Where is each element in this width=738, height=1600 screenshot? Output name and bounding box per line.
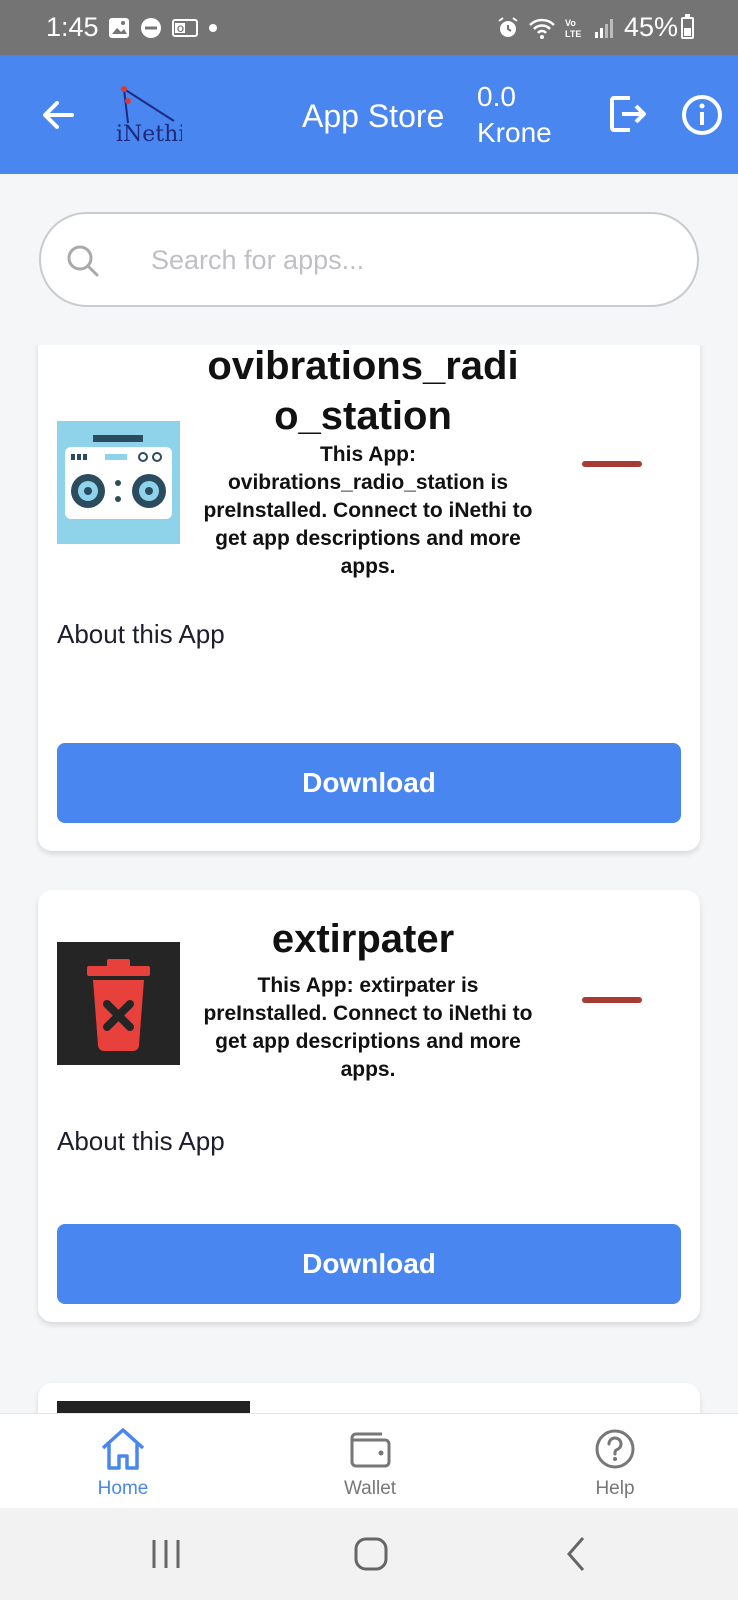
nav-home-label: Home <box>97 1478 149 1499</box>
radio-icon <box>57 421 180 544</box>
nav-wallet[interactable]: Wallet <box>310 1426 430 1500</box>
status-bar: 1:45 O Vo LTE 45% <box>0 0 738 55</box>
svg-text:LTE: LTE <box>565 29 581 39</box>
app-description: This App: ovibrations_radio_station is p… <box>203 443 533 578</box>
recent-apps-icon[interactable] <box>144 1532 188 1576</box>
search-icon <box>67 245 99 277</box>
nav-help-label: Help <box>595 1478 635 1499</box>
app-card: extirpater This App: extirpater is preIn… <box>38 890 700 1322</box>
trash-icon <box>57 942 180 1065</box>
uninstall-button[interactable] <box>582 997 642 1003</box>
svg-text:Vo: Vo <box>565 18 576 28</box>
status-time: 1:45 <box>46 12 99 42</box>
help-icon <box>595 1429 635 1469</box>
outlook-icon: O <box>172 19 198 37</box>
download-button[interactable]: Download <box>57 1224 681 1304</box>
app-card: ovibrations_radio_station This App: ovib… <box>38 345 700 851</box>
home-icon <box>101 1428 145 1470</box>
app-list[interactable]: ovibrations_radio_station This App: ovib… <box>0 345 738 1413</box>
wallet-icon <box>350 1432 391 1468</box>
balance-currency: Krone <box>477 117 552 148</box>
app-description: This App: extirpater is preInstalled. Co… <box>203 974 533 1081</box>
system-icons: Vo LTE 45% <box>496 12 678 43</box>
search-input[interactable] <box>151 242 671 278</box>
arrow-left-icon[interactable] <box>38 95 78 135</box>
svg-text:O: O <box>177 24 184 34</box>
uninstall-button[interactable] <box>582 461 642 467</box>
notification-icons: O <box>108 17 218 39</box>
logout-icon[interactable] <box>606 92 650 136</box>
nav-home[interactable]: Home <box>63 1426 183 1500</box>
app-card <box>38 1383 700 1413</box>
dnd-icon <box>141 18 161 38</box>
download-button[interactable]: Download <box>57 743 681 823</box>
gallery-icon <box>109 18 129 38</box>
app-bar: iNethi App Store 0.0 Krone <box>0 55 738 174</box>
bottom-navigation: Home Wallet Help <box>0 1413 738 1508</box>
dot-icon <box>209 24 217 32</box>
signal-icon <box>594 18 613 38</box>
battery-level <box>684 27 691 36</box>
alarm-icon <box>498 16 518 37</box>
app-name: extirpater <box>271 917 455 961</box>
back-button-icon[interactable] <box>555 1532 599 1576</box>
about-label: About this App <box>57 619 225 649</box>
logo-text: iNethi <box>116 122 182 147</box>
home-button-icon[interactable] <box>349 1532 393 1576</box>
page-title: App Store <box>302 98 445 134</box>
inethi-logo: iNethi <box>116 86 182 147</box>
balance-amount: 0.0 <box>477 81 516 112</box>
wallet-balance: 0.0 Krone <box>477 79 552 151</box>
volte-icon: VoLTE <box>565 18 581 39</box>
system-navigation <box>0 1508 738 1600</box>
battery-percent: 45% <box>623 12 678 42</box>
info-icon[interactable] <box>680 93 724 137</box>
search-bar[interactable] <box>39 212 699 307</box>
battery-icon <box>681 14 694 39</box>
app-icon <box>57 1401 250 1413</box>
wifi-icon <box>529 18 555 39</box>
about-label: About this App <box>57 1126 225 1156</box>
nav-wallet-label: Wallet <box>343 1478 397 1499</box>
app-name: ovibrations_radio_station <box>207 345 519 438</box>
nav-help[interactable]: Help <box>555 1426 675 1500</box>
